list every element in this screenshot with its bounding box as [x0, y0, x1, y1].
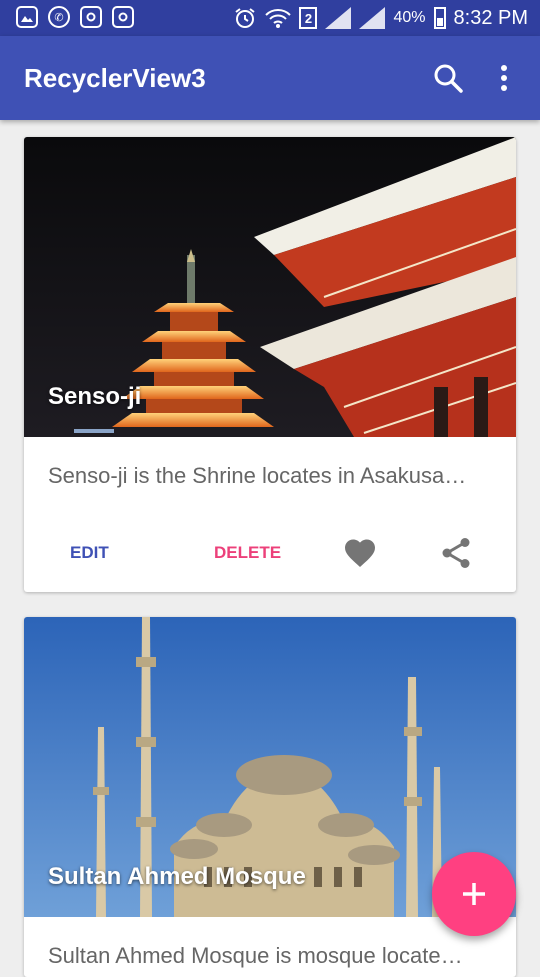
whatsapp-icon: ✆ [48, 6, 70, 28]
instagram-icon [80, 6, 102, 28]
card-image-senso-ji[interactable]: Senso-ji [24, 137, 516, 437]
signal-icon [359, 7, 386, 29]
card-actions: EDIT DELETE [24, 533, 516, 573]
card-description: Senso-ji is the Shrine locates in Asakus… [48, 463, 467, 488]
battery-icon [433, 7, 446, 29]
share-icon[interactable] [438, 535, 474, 571]
add-button[interactable] [432, 852, 516, 936]
clock: 8:32 PM [453, 6, 528, 29]
more-vert-icon[interactable] [490, 62, 518, 94]
card-title: Sultan Ahmed Mosque [48, 863, 306, 890]
gallery-icon [16, 6, 38, 28]
place-card: Sultan Ahmed Mosque Sultan Ahmed Mosque … [24, 617, 516, 977]
favorite-icon[interactable] [342, 535, 378, 571]
status-bar: ✆ 2 40% 8:32 PM [0, 0, 540, 36]
card-description: Sultan Ahmed Mosque is mosque locate… [48, 943, 463, 968]
sim-indicator: 2 [299, 7, 318, 29]
app-bar: RecyclerView3 [0, 36, 540, 120]
wifi-icon [265, 9, 292, 28]
alarm-icon [235, 8, 256, 28]
place-card: Senso-ji Senso-ji is the Shrine locates … [24, 137, 516, 592]
notification-icons: ✆ [16, 6, 134, 28]
search-icon[interactable] [432, 62, 464, 94]
battery-percent: 40% [393, 9, 426, 26]
app-title: RecyclerView3 [24, 63, 206, 93]
delete-button[interactable]: DELETE [198, 533, 297, 573]
edit-button[interactable]: EDIT [54, 533, 125, 573]
signal-icon [325, 7, 352, 29]
add-icon [463, 883, 485, 905]
card-title: Senso-ji [48, 383, 142, 410]
instagram-icon [112, 6, 134, 28]
system-status: 2 40% 8:32 PM [233, 0, 528, 36]
